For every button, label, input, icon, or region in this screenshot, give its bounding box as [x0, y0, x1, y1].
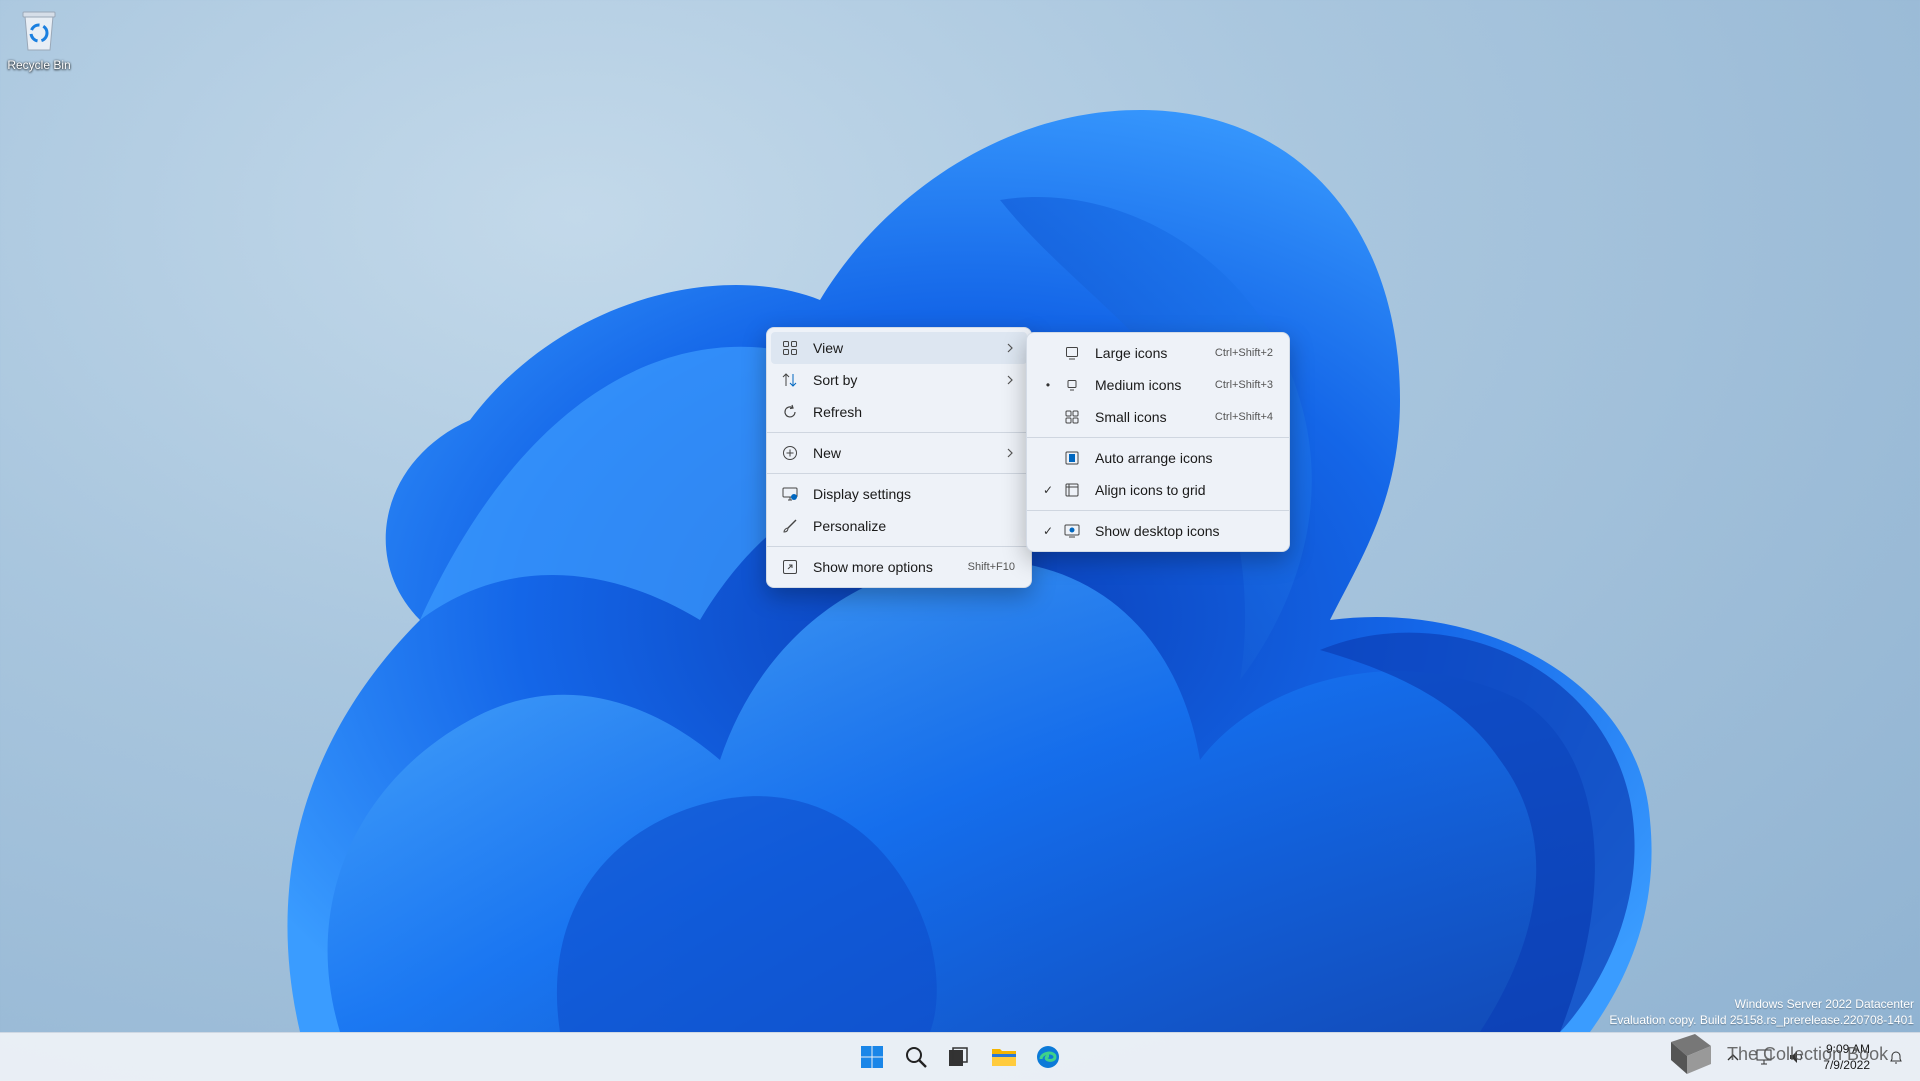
- submenu-item-label: Small icons: [1095, 409, 1167, 425]
- submenu-item-label: Auto arrange icons: [1095, 450, 1213, 466]
- selection-mark: •: [1045, 378, 1051, 392]
- small-icons-icon: [1063, 408, 1081, 426]
- submenu-item-auto-arrange[interactable]: Auto arrange icons: [1031, 442, 1285, 474]
- chevron-right-icon: [1007, 343, 1013, 353]
- selection-mark: ✓: [1042, 524, 1054, 538]
- auto-arrange-icon: [1063, 449, 1081, 467]
- submenu-item-label: Large icons: [1095, 345, 1168, 361]
- task-view-icon: [949, 1047, 968, 1066]
- submenu-item-medium-icons[interactable]: • Medium icons Ctrl+Shift+3: [1031, 369, 1285, 401]
- submenu-item-shortcut: Ctrl+Shift+2: [1214, 347, 1273, 359]
- selection-mark: ✓: [1042, 483, 1054, 497]
- start-button[interactable]: [852, 1039, 892, 1075]
- menu-item-label: New: [813, 445, 842, 461]
- watermark-build: Evaluation copy. Build 25158.rs_prerelea…: [1609, 1013, 1914, 1027]
- file-explorer-icon: [992, 1049, 1016, 1066]
- menu-item-refresh[interactable]: Refresh: [771, 396, 1027, 428]
- show-desktop-icon: [1063, 522, 1081, 540]
- menu-item-personalize[interactable]: Personalize: [771, 510, 1027, 542]
- book-icon: [1671, 1034, 1711, 1074]
- medium-icons-icon: [1063, 376, 1081, 394]
- large-icons-icon: [1063, 344, 1081, 362]
- menu-item-label: Personalize: [813, 518, 887, 534]
- plus-circle-icon: [781, 444, 799, 462]
- submenu-item-show-desktop-icons[interactable]: ✓ Show desktop icons: [1031, 515, 1285, 547]
- refresh-icon: [781, 403, 799, 421]
- submenu-item-label: Show desktop icons: [1095, 523, 1220, 539]
- submenu-item-label: Align icons to grid: [1095, 482, 1206, 498]
- submenu-item-small-icons[interactable]: Small icons Ctrl+Shift+4: [1031, 401, 1285, 433]
- menu-separator: [767, 546, 1031, 547]
- menu-item-label: Display settings: [813, 486, 912, 502]
- submenu-item-label: Medium icons: [1095, 377, 1182, 393]
- file-explorer-button[interactable]: [984, 1039, 1024, 1075]
- notifications-icon[interactable]: [1885, 1046, 1907, 1068]
- search-icon: [906, 1047, 927, 1068]
- task-view-button[interactable]: [938, 1039, 978, 1075]
- expand-icon: [781, 558, 799, 576]
- menu-separator: [1027, 437, 1289, 438]
- brand-watermark: The Collection Book: [1665, 1030, 1888, 1078]
- display-icon: [781, 485, 799, 503]
- chevron-right-icon: [1007, 448, 1013, 458]
- edge-button[interactable]: [1028, 1039, 1068, 1075]
- menu-separator: [767, 473, 1031, 474]
- align-grid-icon: [1063, 481, 1081, 499]
- edge-icon: [1037, 1046, 1059, 1068]
- menu-item-view[interactable]: View: [771, 332, 1027, 364]
- brush-icon: [781, 517, 799, 535]
- menu-item-shortcut: Shift+F10: [967, 561, 1015, 573]
- desktop-context-menu: View Sort by Refresh New Display setting…: [766, 327, 1032, 588]
- menu-item-display-settings[interactable]: Display settings: [771, 478, 1027, 510]
- search-button[interactable]: [896, 1039, 936, 1075]
- menu-item-label: Refresh: [813, 404, 863, 420]
- menu-item-label: Show more options: [813, 559, 933, 575]
- start-icon: [861, 1046, 883, 1068]
- submenu-item-large-icons[interactable]: Large icons Ctrl+Shift+2: [1031, 337, 1285, 369]
- submenu-item-align-to-grid[interactable]: ✓ Align icons to grid: [1031, 474, 1285, 506]
- recycle-bin[interactable]: Recycle Bin: [4, 8, 74, 72]
- menu-item-new[interactable]: New: [771, 437, 1027, 469]
- recycle-bin-icon: [22, 11, 56, 51]
- menu-item-label: View: [813, 340, 844, 356]
- submenu-item-shortcut: Ctrl+Shift+4: [1214, 411, 1273, 423]
- view-submenu: Large icons Ctrl+Shift+2 • Medium icons …: [1026, 332, 1290, 552]
- brand-text: The Collection Book: [1727, 1043, 1889, 1064]
- menu-item-show-more-options[interactable]: Show more options Shift+F10: [771, 551, 1027, 583]
- grid-icon: [781, 339, 799, 357]
- menu-item-sort-by[interactable]: Sort by: [771, 364, 1027, 396]
- menu-separator: [767, 432, 1031, 433]
- evaluation-watermark: Windows Server 2022 Datacenter Evaluatio…: [1609, 996, 1914, 1028]
- menu-item-label: Sort by: [813, 372, 858, 388]
- sort-icon: [781, 371, 799, 389]
- watermark-edition: Windows Server 2022 Datacenter: [1734, 997, 1914, 1011]
- taskbar: 9:09 AM 7/9/2022: [0, 1032, 1920, 1081]
- recycle-bin-label: Recycle Bin: [7, 58, 71, 72]
- chevron-right-icon: [1007, 375, 1013, 385]
- menu-separator: [1027, 510, 1289, 511]
- submenu-item-shortcut: Ctrl+Shift+3: [1214, 379, 1273, 391]
